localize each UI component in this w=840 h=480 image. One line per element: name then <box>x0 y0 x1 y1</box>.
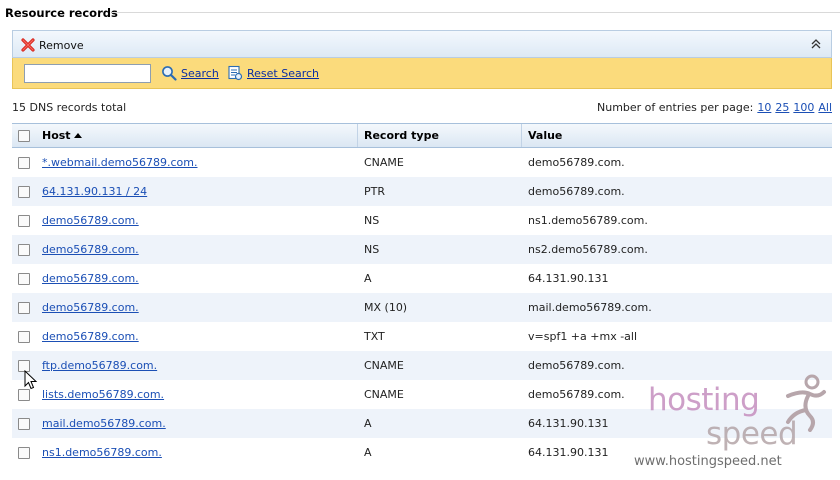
host-column-header[interactable]: Host <box>36 124 358 147</box>
magnifier-icon <box>161 65 177 81</box>
action-toolbar: Remove <box>12 30 832 58</box>
row-checkbox[interactable] <box>18 330 30 343</box>
value-cell: demo56789.com. <box>528 185 625 198</box>
host-link[interactable]: ns1.demo56789.com. <box>42 446 162 459</box>
row-checkbox[interactable] <box>18 243 30 256</box>
watermark-hosting-text: hosting <box>648 382 760 418</box>
entries-per-page: Number of entries per page: 10 25 100 Al… <box>597 101 832 114</box>
record-type-cell: PTR <box>364 185 385 198</box>
reset-search-button[interactable]: Reset Search <box>227 65 319 81</box>
mouse-cursor-icon <box>24 370 38 390</box>
search-label: Search <box>181 66 219 80</box>
host-link[interactable]: *.webmail.demo56789.com. <box>42 156 197 169</box>
collapse-icon[interactable] <box>811 38 821 50</box>
row-checkbox[interactable] <box>18 156 30 169</box>
record-type-cell: CNAME <box>364 359 404 372</box>
watermark-speed-text: speed <box>706 416 798 452</box>
table-row: demo56789.com. A 64.131.90.131 <box>12 264 832 293</box>
hostingspeed-watermark: hosting speed www.hostingspeed.net <box>634 372 828 472</box>
value-cell: 64.131.90.131 <box>528 272 609 285</box>
row-checkbox[interactable] <box>18 446 30 459</box>
search-bar: Search Reset Search <box>12 58 832 89</box>
value-cell: demo56789.com. <box>528 156 625 169</box>
record-type-cell: A <box>364 417 372 430</box>
host-link[interactable]: mail.demo56789.com. <box>42 417 166 430</box>
value-column-header[interactable]: Value <box>522 124 832 147</box>
record-type-cell: NS <box>364 243 380 256</box>
record-type-cell: TXT <box>364 330 385 343</box>
host-link[interactable]: demo56789.com. <box>42 330 139 343</box>
value-cell: ns1.demo56789.com. <box>528 214 648 227</box>
per-page-option-25[interactable]: 25 <box>775 101 789 114</box>
host-link[interactable]: ftp.demo56789.com. <box>42 359 157 372</box>
reset-search-label: Reset Search <box>247 66 320 80</box>
per-page-option-10[interactable]: 10 <box>757 101 771 114</box>
value-cell: ns2.demo56789.com. <box>528 243 648 256</box>
section-title: Resource records <box>5 6 118 20</box>
per-page-option-all[interactable]: All <box>818 101 832 114</box>
record-type-cell: NS <box>364 214 380 227</box>
record-type-cell: CNAME <box>364 156 404 169</box>
red-x-icon <box>21 38 35 52</box>
host-link[interactable]: lists.demo56789.com. <box>42 388 164 401</box>
table-row: demo56789.com. NS ns2.demo56789.com. <box>12 235 832 264</box>
host-link[interactable]: demo56789.com. <box>42 301 139 314</box>
record-type-cell: MX (10) <box>364 301 408 314</box>
watermark-url: www.hostingspeed.net <box>634 454 782 469</box>
table-row: 64.131.90.131 / 24 PTR demo56789.com. <box>12 177 832 206</box>
row-checkbox[interactable] <box>18 214 30 227</box>
section-divider <box>112 12 840 13</box>
row-checkbox[interactable] <box>18 301 30 314</box>
host-link[interactable]: demo56789.com. <box>42 214 139 227</box>
row-checkbox[interactable] <box>18 388 30 401</box>
select-all-checkbox[interactable] <box>18 129 30 142</box>
record-type-column-header[interactable]: Record type <box>358 124 522 147</box>
value-cell: mail.demo56789.com. <box>528 301 652 314</box>
sort-ascending-icon <box>73 133 82 138</box>
record-type-cell: CNAME <box>364 388 404 401</box>
records-total: 15 DNS records total <box>12 101 127 114</box>
table-row: *.webmail.demo56789.com. CNAME demo56789.c… <box>12 148 832 177</box>
search-input[interactable] <box>24 64 151 83</box>
per-page-label: Number of entries per page: <box>597 101 754 114</box>
record-type-cell: A <box>364 446 372 459</box>
value-cell: v=spf1 +a +mx -all <box>528 330 638 343</box>
remove-button-label: Remove <box>39 38 84 52</box>
row-checkbox[interactable] <box>18 417 30 430</box>
table-row: demo56789.com. NS ns1.demo56789.com. <box>12 206 832 235</box>
table-row: demo56789.com. TXT v=spf1 +a +mx -all <box>12 322 832 351</box>
remove-button[interactable]: Remove <box>21 37 84 53</box>
table-row: demo56789.com. MX (10) mail.demo56789.com. <box>12 293 832 322</box>
record-type-cell: A <box>364 272 372 285</box>
host-link[interactable]: 64.131.90.131 / 24 <box>42 185 147 198</box>
row-checkbox[interactable] <box>18 272 30 285</box>
row-checkbox[interactable] <box>18 185 30 198</box>
per-page-option-100[interactable]: 100 <box>793 101 814 114</box>
host-link[interactable]: demo56789.com. <box>42 243 139 256</box>
search-button[interactable]: Search <box>161 65 219 81</box>
host-link[interactable]: demo56789.com. <box>42 272 139 285</box>
table-header: Host Record type Value <box>12 123 832 148</box>
reset-search-icon <box>227 65 243 81</box>
